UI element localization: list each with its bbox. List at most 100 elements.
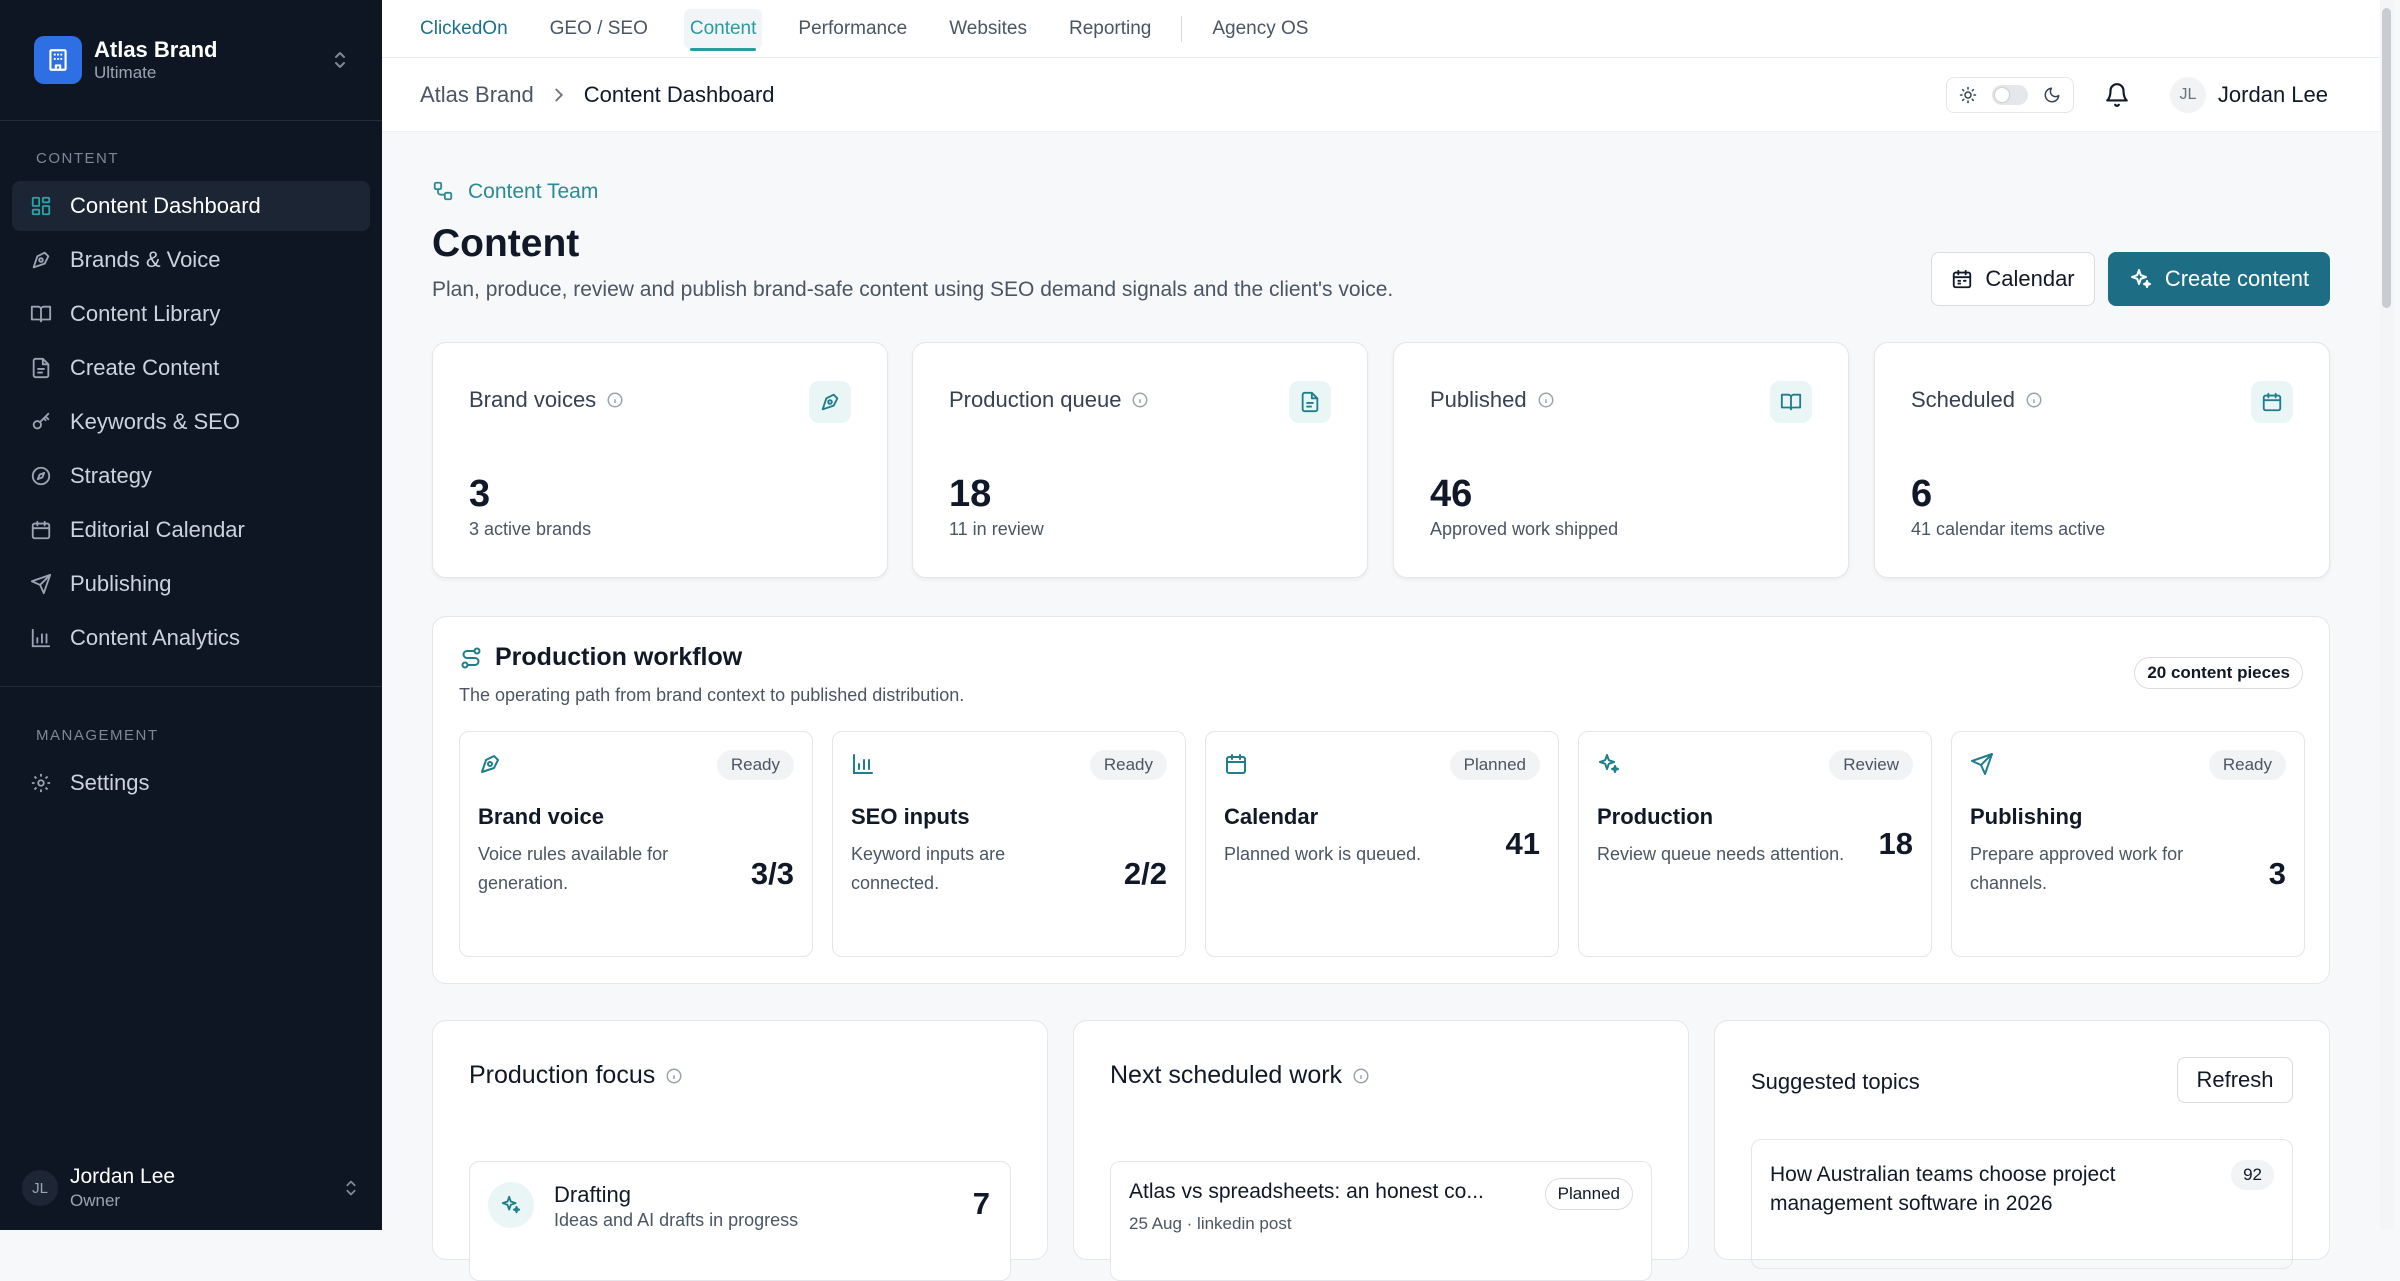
stat-label-text: Production queue bbox=[949, 387, 1122, 412]
stat-sub: Approved work shipped bbox=[1430, 519, 1619, 539]
list-item[interactable]: How Australian teams choose project mana… bbox=[1751, 1139, 2293, 1269]
top-nav-geo-seo[interactable]: GEO / SEO bbox=[550, 0, 648, 58]
card-title: Next scheduled work bbox=[1110, 1061, 1370, 1090]
sidebar-item-brands-voice[interactable]: Brands & Voice bbox=[12, 235, 370, 285]
sidebar-item-content-analytics[interactable]: Content Analytics bbox=[12, 613, 370, 663]
team-name: Content Team bbox=[468, 180, 599, 203]
sidebar-user-menu[interactable]: JL Jordan Lee Owner bbox=[22, 1156, 362, 1220]
stat-value: 18 bbox=[949, 473, 992, 515]
document-icon bbox=[1289, 381, 1331, 423]
top-nav-brand[interactable]: ClickedOn bbox=[420, 0, 508, 58]
sidebar-item-publishing[interactable]: Publishing bbox=[12, 559, 370, 609]
pen-nib-icon bbox=[809, 381, 851, 423]
next-scheduled-work-card: Next scheduled work Atlas vs spreadsheet… bbox=[1073, 1020, 1689, 1281]
avatar: JL bbox=[22, 1170, 58, 1206]
create-content-button[interactable]: Create content bbox=[2108, 252, 2330, 306]
info-icon[interactable] bbox=[1537, 391, 1555, 409]
sidebar-item-label: Content Analytics bbox=[70, 625, 240, 650]
theme-switch[interactable] bbox=[1991, 85, 2028, 105]
sparkles-icon bbox=[1597, 752, 1623, 778]
info-icon[interactable] bbox=[665, 1067, 683, 1085]
send-icon bbox=[1970, 752, 1996, 778]
org-switcher[interactable]: Atlas Brand Ultimate bbox=[34, 34, 352, 86]
info-icon[interactable] bbox=[2025, 391, 2043, 409]
sparkles-icon bbox=[488, 1182, 534, 1228]
status-badge: Ready bbox=[2208, 750, 2286, 780]
workflow-step-production[interactable]: Review Production Review queue needs att… bbox=[1578, 731, 1932, 957]
stat-value: 3 bbox=[469, 473, 491, 515]
focus-item-value: 7 bbox=[972, 1186, 990, 1221]
suggested-topics-card: Suggested topics Refresh How Australian … bbox=[1714, 1020, 2330, 1269]
step-description: Planned work is queued. bbox=[1224, 844, 1422, 864]
refresh-button[interactable]: Refresh bbox=[2177, 1057, 2293, 1103]
workflow-step-publishing[interactable]: Ready Publishing Prepare approved work f… bbox=[1951, 731, 2305, 957]
workflow-count-badge: 20 content pieces bbox=[2134, 657, 2303, 689]
top-nav-reporting[interactable]: Reporting bbox=[1069, 0, 1151, 58]
step-value: 2/2 bbox=[1123, 856, 1167, 891]
calendar-button[interactable]: Calendar bbox=[1931, 252, 2095, 306]
sidebar-item-label: Brands & Voice bbox=[70, 247, 221, 272]
work-item-meta: 25 Aug · linkedin post bbox=[1129, 1214, 1292, 1233]
sidebar: Atlas Brand Ultimate Content Content Das… bbox=[0, 0, 382, 1230]
sidebar-section-heading: Content bbox=[36, 150, 119, 167]
calendar-icon bbox=[1951, 268, 1973, 290]
card-title: Production focus bbox=[469, 1061, 683, 1090]
header-user-name[interactable]: Jordan Lee bbox=[2218, 82, 2328, 108]
key-icon bbox=[28, 409, 54, 435]
top-nav-agency-os[interactable]: Agency OS bbox=[1212, 0, 1308, 58]
workflow-step-brand-voice[interactable]: Ready Brand voice Voice rules available … bbox=[459, 731, 813, 957]
step-value: 18 bbox=[1878, 826, 1913, 861]
stat-label: Published bbox=[1430, 387, 1555, 413]
card-title-text: Production focus bbox=[469, 1061, 656, 1089]
sidebar-item-label: Publishing bbox=[70, 571, 172, 596]
org-name: Atlas Brand bbox=[94, 37, 218, 62]
list-item[interactable]: Drafting Ideas and AI drafts in progress… bbox=[469, 1161, 1011, 1281]
book-icon bbox=[28, 301, 54, 327]
card-title-text: Next scheduled work bbox=[1110, 1061, 1343, 1089]
sidebar-item-label: Settings bbox=[70, 770, 150, 795]
info-icon[interactable] bbox=[1131, 391, 1149, 409]
sidebar-item-editorial-calendar[interactable]: Editorial Calendar bbox=[12, 505, 370, 555]
page-subtitle: Plan, produce, review and publish brand-… bbox=[432, 278, 1394, 301]
sidebar-item-strategy[interactable]: Strategy bbox=[12, 451, 370, 501]
sidebar-item-keywords-seo[interactable]: Keywords & SEO bbox=[12, 397, 370, 447]
sidebar-item-label: Content Library bbox=[70, 301, 221, 326]
scrollbar-thumb[interactable] bbox=[2382, 8, 2391, 308]
sun-icon bbox=[1959, 86, 1977, 104]
page-title: Content bbox=[432, 222, 580, 265]
workflow-icon bbox=[432, 180, 456, 204]
step-description: Voice rules available for generation. bbox=[478, 844, 669, 893]
calendar-icon bbox=[2251, 381, 2293, 423]
bar-chart-icon bbox=[851, 752, 877, 778]
stat-card-production-queue: Production queue 18 11 in review bbox=[912, 342, 1368, 578]
pen-nib-icon bbox=[28, 247, 54, 273]
info-icon[interactable] bbox=[606, 391, 624, 409]
avatar[interactable]: JL bbox=[2169, 77, 2206, 113]
info-icon[interactable] bbox=[1352, 1067, 1370, 1085]
sidebar-item-label: Create Content bbox=[70, 355, 220, 380]
list-item[interactable]: Atlas vs spreadsheets: an honest co... P… bbox=[1110, 1161, 1652, 1281]
bell-icon[interactable] bbox=[2104, 82, 2130, 108]
theme-toggle[interactable] bbox=[1945, 77, 2074, 113]
top-nav-content[interactable]: Content bbox=[683, 8, 763, 51]
sidebar-item-content-library[interactable]: Content Library bbox=[12, 289, 370, 339]
top-nav-websites[interactable]: Websites bbox=[949, 0, 1027, 58]
stat-label: Brand voices bbox=[469, 387, 624, 413]
stat-card-scheduled: Scheduled 6 41 calendar items active bbox=[1874, 342, 2330, 578]
sidebar-user-name: Jordan Lee bbox=[70, 1165, 176, 1188]
sidebar-item-settings[interactable]: Settings bbox=[12, 758, 370, 808]
topic-score-badge: 92 bbox=[2231, 1160, 2274, 1190]
sidebar-user-role: Owner bbox=[70, 1191, 121, 1210]
top-nav-performance[interactable]: Performance bbox=[798, 0, 907, 58]
sidebar-item-content-dashboard[interactable]: Content Dashboard bbox=[12, 181, 370, 231]
workflow-step-calendar[interactable]: Planned Calendar Planned work is queued.… bbox=[1205, 731, 1559, 957]
sidebar-management-nav: Settings bbox=[12, 758, 370, 812]
production-focus-card: Production focus Drafting Ideas and AI d… bbox=[432, 1020, 1048, 1281]
top-nav: ClickedOn GEO / SEO Content Performance … bbox=[382, 0, 2380, 58]
status-badge: Planned bbox=[1449, 750, 1540, 780]
document-icon bbox=[28, 355, 54, 381]
workflow-step-seo-inputs[interactable]: Ready SEO inputs Keyword inputs are conn… bbox=[832, 731, 1186, 957]
breadcrumb-item[interactable]: Atlas Brand bbox=[420, 82, 534, 108]
create-content-button-label: Create content bbox=[2164, 266, 2310, 291]
sidebar-item-create-content[interactable]: Create Content bbox=[12, 343, 370, 393]
